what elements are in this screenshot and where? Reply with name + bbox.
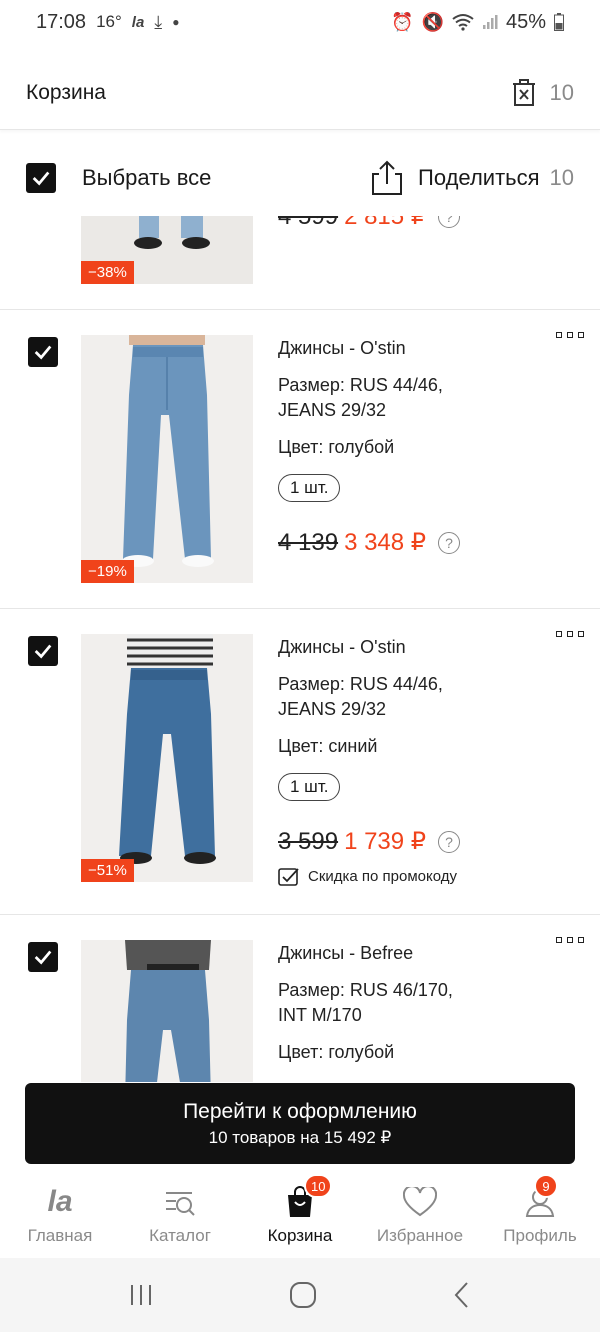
discount-badge: −51%: [81, 859, 134, 882]
share-count: 10: [549, 165, 574, 190]
price-row: 4 599 2 815 ₽ ?: [278, 216, 580, 231]
download-icon: ⤓: [154, 11, 163, 32]
price-info-icon[interactable]: ?: [438, 216, 461, 228]
color-label: Цвет: синий: [278, 736, 378, 756]
promo-label: Скидка по промокоду: [308, 867, 458, 885]
size-line-2: JEANS 29/32: [278, 400, 387, 420]
discount-badge: −19%: [81, 560, 134, 583]
profile-badge: 9: [534, 1174, 558, 1198]
promo-check-icon: [278, 868, 299, 886]
catalog-search-icon: [166, 1192, 195, 1216]
product-image[interactable]: −19%: [81, 335, 253, 583]
tab-favorites[interactable]: Избранное: [360, 1168, 480, 1258]
clock: 17:08: [36, 10, 87, 33]
price-row: 3 599 1 739 ₽ ?: [278, 827, 580, 856]
mute-icon: 🔇: [421, 11, 444, 32]
size-line-1: Размер: RUS 44/46,: [278, 674, 443, 694]
cart-header: Корзина 10: [0, 56, 600, 130]
product-name[interactable]: Джинсы - Befree: [278, 943, 580, 964]
select-all-checkbox[interactable]: [26, 163, 56, 193]
dot-icon: ●: [172, 15, 180, 29]
page-title: Корзина: [26, 80, 106, 104]
cart-item: −38% 4 599 2 815 ₽ ?: [0, 216, 600, 310]
product-image[interactable]: [81, 940, 253, 1082]
quantity-selector[interactable]: 1 шт.: [278, 773, 341, 801]
more-options-icon[interactable]: [556, 937, 584, 943]
cart-item: −51% Джинсы - O'stin Размер: RUS 44/46, …: [0, 609, 600, 915]
size-line-2: INT M/170: [278, 1005, 362, 1025]
discount-badge: −38%: [81, 261, 134, 284]
delete-icon[interactable]: [512, 78, 536, 107]
price-info-icon[interactable]: ?: [438, 830, 461, 853]
new-price: 3 348 ₽: [344, 529, 427, 556]
lamoda-notification-icon: la: [131, 13, 145, 31]
lamoda-logo-icon: la: [47, 1185, 73, 1218]
temperature: 16°: [96, 12, 122, 31]
tab-cart-label: Корзина: [267, 1226, 333, 1245]
cart-badge: 10: [304, 1174, 333, 1198]
tab-profile-label: Профиль: [503, 1226, 577, 1245]
share-label: Поделиться: [418, 165, 540, 190]
check-icon: [34, 345, 52, 360]
tab-catalog-label: Каталог: [149, 1226, 211, 1245]
price-row: 4 139 3 348 ₽ ?: [278, 528, 580, 557]
checkout-title: Перейти к оформлению: [183, 1099, 417, 1123]
item-checkbox[interactable]: [28, 636, 58, 666]
alarm-icon: ⏰: [391, 11, 414, 32]
recent-apps-icon[interactable]: [128, 1283, 154, 1307]
product-image[interactable]: −51%: [81, 634, 253, 882]
quantity-selector[interactable]: 1 шт.: [278, 474, 341, 502]
battery-level: 45%: [505, 10, 546, 33]
cart-item: −19% Джинсы - O'stin Размер: RUS 44/46, …: [0, 310, 600, 609]
wifi-icon: [452, 14, 474, 31]
checkout-summary: 10 товаров на 15 492 ₽: [208, 1127, 392, 1147]
price-info-icon[interactable]: ?: [438, 531, 461, 554]
size-line-2: JEANS 29/32: [278, 699, 387, 719]
tab-home-label: Главная: [27, 1226, 93, 1245]
size-line-1: Размер: RUS 46/170,: [278, 980, 453, 1000]
product-image[interactable]: −38%: [81, 216, 253, 284]
home-icon[interactable]: [289, 1281, 317, 1309]
item-checkbox[interactable]: [28, 337, 58, 367]
tab-home[interactable]: la Главная: [0, 1168, 120, 1258]
more-options-icon[interactable]: [556, 332, 584, 338]
size-line-1: Размер: RUS 44/46,: [278, 375, 443, 395]
tab-profile[interactable]: Профиль 9: [480, 1168, 600, 1258]
check-icon: [34, 644, 52, 659]
heart-icon: [403, 1187, 437, 1217]
system-nav-bar: [0, 1258, 600, 1332]
old-price: 4 139: [278, 528, 339, 556]
new-price: 1 739 ₽: [344, 828, 427, 855]
share-icon: [372, 160, 403, 195]
old-price: 3 599: [278, 827, 339, 855]
old-price: 4 599: [278, 216, 339, 230]
color-label: Цвет: голубой: [278, 1042, 395, 1062]
cart-item: Джинсы - Befree Размер: RUS 46/170, INT …: [0, 915, 600, 1082]
check-icon: [34, 950, 52, 965]
bottom-tab-bar: la Главная Каталог Корзина 10 Избранное …: [0, 1168, 600, 1258]
select-bar: Выбрать все Поделиться 10: [0, 140, 600, 216]
product-name[interactable]: Джинсы - O'stin: [278, 637, 580, 658]
new-price: 2 815 ₽: [344, 216, 427, 230]
select-all-label[interactable]: Выбрать все: [82, 165, 211, 191]
tab-favorites-label: Избранное: [376, 1226, 464, 1245]
color-label: Цвет: голубой: [278, 437, 395, 457]
more-options-icon[interactable]: [556, 631, 584, 637]
checkout-button[interactable]: Перейти к оформлению 10 товаров на 15 49…: [25, 1083, 575, 1164]
product-name[interactable]: Джинсы - O'stin: [278, 338, 580, 359]
battery-icon: [554, 13, 564, 31]
item-checkbox[interactable]: [28, 942, 58, 972]
back-icon[interactable]: [452, 1281, 472, 1309]
share-button[interactable]: Поделиться 10: [370, 160, 574, 196]
tab-catalog[interactable]: Каталог: [120, 1168, 240, 1258]
check-icon: [32, 171, 50, 186]
status-bar: 17:08 16° la ⤓ ● ⏰ 🔇 45%: [0, 0, 600, 44]
signal-icon: [482, 15, 498, 29]
promo-note: Скидка по промокоду: [278, 866, 580, 886]
cart-item-count: 10: [549, 79, 574, 105]
cart-item-list: −38% 4 599 2 815 ₽ ? −19% Джинсы - O'sti…: [0, 216, 600, 1082]
tab-cart[interactable]: Корзина 10: [240, 1168, 360, 1258]
